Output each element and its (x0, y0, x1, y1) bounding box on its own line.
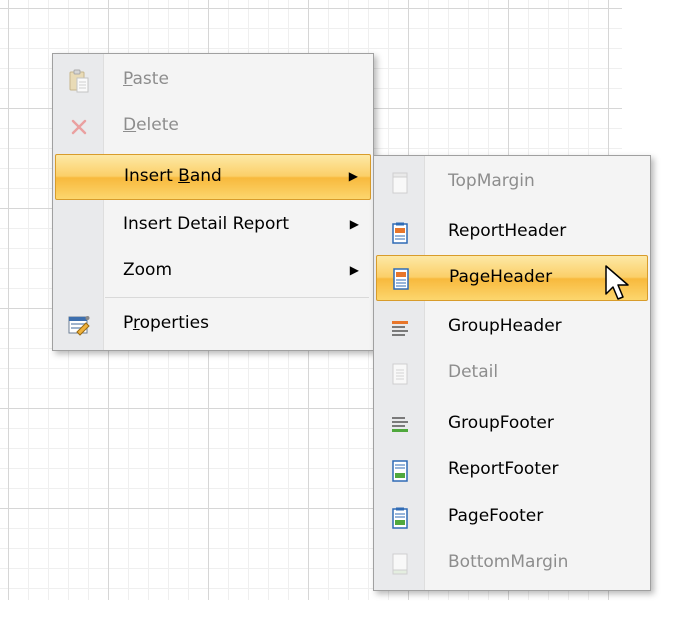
mouse-pointer-icon (604, 264, 632, 309)
menu-item-delete[interactable]: Delete (55, 104, 371, 150)
submenu-item-label: GroupFooter (448, 413, 554, 433)
submenu-item-pagefooter[interactable]: PageFooter (376, 495, 648, 541)
detail-band-icon (376, 351, 424, 397)
report-footer-band-icon (376, 448, 424, 494)
insert-band-submenu: TopMargin ReportHeader PageHeader GroupH… (373, 155, 651, 591)
menu-item-label: Paste (123, 69, 169, 89)
menu-item-paste[interactable]: Paste (55, 58, 371, 104)
menu-separator (105, 297, 369, 298)
submenu-item-label: BottomMargin (448, 552, 569, 572)
menu-item-label: Delete (123, 115, 179, 135)
page-header-band-icon (377, 256, 425, 302)
report-header-band-icon (376, 210, 424, 256)
submenu-item-bottommargin[interactable]: BottomMargin (376, 541, 648, 587)
group-footer-band-icon (376, 402, 424, 448)
submenu-arrow-icon: ▶ (349, 217, 359, 231)
menu-item-label: Zoom (123, 260, 173, 280)
submenu-arrow-icon: ▶ (348, 169, 358, 183)
context-menu: Paste Delete Insert Band ▶ Insert Detail… (52, 53, 374, 351)
group-header-band-icon (376, 305, 424, 351)
submenu-item-reportheader[interactable]: ReportHeader (376, 210, 648, 256)
menu-item-label: Insert Band (124, 166, 222, 186)
menu-item-label: Insert Detail Report (123, 214, 289, 234)
submenu-item-label: PageFooter (448, 506, 544, 526)
menu-item-insert-detail-report[interactable]: Insert Detail Report ▶ (55, 203, 371, 249)
paste-icon (55, 58, 103, 104)
submenu-item-label: Detail (448, 362, 499, 382)
delete-icon (55, 104, 103, 150)
menu-item-insert-band[interactable]: Insert Band ▶ (55, 154, 371, 200)
bottom-margin-band-icon (376, 541, 424, 587)
submenu-item-label: GroupHeader (448, 316, 562, 336)
submenu-item-label: TopMargin (448, 171, 535, 191)
submenu-item-reportfooter[interactable]: ReportFooter (376, 448, 648, 494)
page-footer-band-icon (376, 495, 424, 541)
submenu-item-label: ReportHeader (448, 221, 567, 241)
menu-item-label: Properties (123, 313, 209, 333)
submenu-item-detail[interactable]: Detail (376, 351, 648, 397)
menu-item-properties[interactable]: Properties (55, 302, 371, 348)
top-margin-band-icon (376, 160, 424, 206)
submenu-item-groupheader[interactable]: GroupHeader (376, 305, 648, 351)
submenu-item-topmargin[interactable]: TopMargin (376, 160, 648, 206)
submenu-item-label: PageHeader (449, 267, 553, 287)
submenu-arrow-icon: ▶ (349, 263, 359, 277)
menu-item-zoom[interactable]: Zoom ▶ (55, 249, 371, 295)
properties-icon (55, 302, 103, 348)
submenu-item-label: ReportFooter (448, 459, 559, 479)
submenu-item-groupfooter[interactable]: GroupFooter (376, 402, 648, 448)
